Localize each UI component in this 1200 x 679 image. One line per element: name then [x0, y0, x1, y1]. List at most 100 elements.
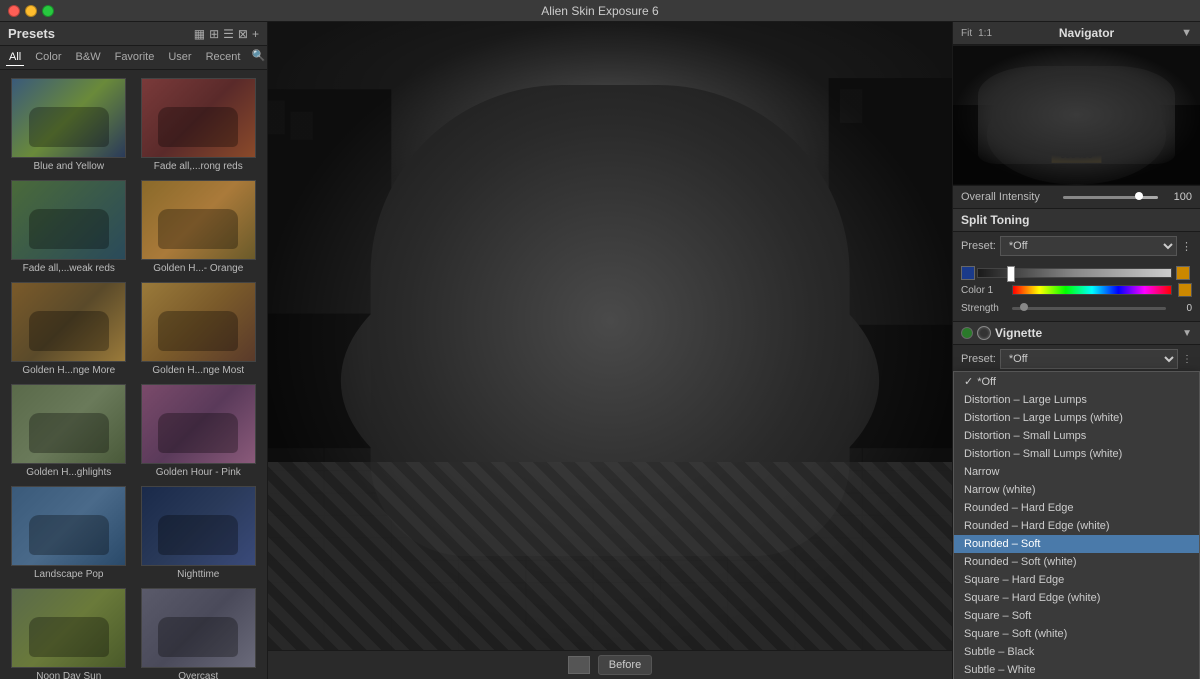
split-preset-select[interactable]: *Off: [1000, 236, 1177, 256]
tab-color[interactable]: Color: [32, 49, 64, 66]
svg-text:SDD438: SDD438: [1060, 151, 1092, 161]
presets-toolbar[interactable]: ▦ ⊞ ☰ ⊠ +: [194, 27, 259, 41]
vignette-title: Vignette: [995, 326, 1178, 340]
list-icon[interactable]: ☰: [223, 27, 234, 41]
preset-car-shape-2: [29, 209, 109, 249]
vignette-preset-select[interactable]: *Off: [1000, 349, 1178, 369]
preset-item-0[interactable]: Blue and Yellow: [4, 74, 134, 176]
color1-spectrum[interactable]: [1012, 285, 1172, 295]
car-svg: SDD438: [268, 22, 952, 650]
dropdown-item-rounded-soft-white[interactable]: Rounded – Soft (white): [954, 553, 1199, 571]
preset-car-shape-9: [158, 515, 238, 555]
navigator-section: Fit 1:1 Navigator ▼ SDD438: [953, 22, 1200, 186]
split-preset-menu-icon[interactable]: ⋮: [1181, 240, 1192, 253]
navigator-header: Fit 1:1 Navigator ▼: [953, 22, 1200, 45]
toning-gradient: [977, 268, 1172, 278]
dropdown-item-narrow[interactable]: Narrow: [954, 463, 1199, 481]
preset-item-11[interactable]: Overcast: [134, 584, 264, 679]
tab-bw[interactable]: B&W: [73, 49, 104, 66]
preset-item-2[interactable]: Fade all,...weak reds: [4, 176, 134, 278]
preset-item-1[interactable]: Fade all,...rong reds: [134, 74, 264, 176]
tab-user[interactable]: User: [165, 49, 194, 66]
preset-item-8[interactable]: Landscape Pop: [4, 482, 134, 584]
dropdown-item-rounded-hard[interactable]: Rounded – Hard Edge: [954, 499, 1199, 517]
color-picker-btn[interactable]: [568, 656, 590, 674]
dropdown-item-rounded-soft[interactable]: Rounded – Soft: [954, 535, 1199, 553]
intensity-thumb: [1135, 192, 1143, 200]
sort-icon[interactable]: ⊠: [238, 27, 248, 41]
minimize-button[interactable]: [25, 5, 37, 17]
preset-item-3[interactable]: Golden H...- Orange: [134, 176, 264, 278]
grid-large-icon[interactable]: ⊞: [209, 27, 219, 41]
dropdown-item-off[interactable]: ✓*Off: [954, 372, 1199, 391]
preset-item-9[interactable]: Nighttime: [134, 482, 264, 584]
navigator-arrow-icon: ▼: [1181, 27, 1192, 39]
toning-blue-swatch[interactable]: [961, 266, 975, 280]
preset-thumb-11: [141, 588, 256, 668]
dropdown-item-narrow-white[interactable]: Narrow (white): [954, 481, 1199, 499]
split-toning-header: Split Toning: [953, 209, 1200, 232]
preset-thumb-7: [141, 384, 256, 464]
preset-car-shape-7: [158, 413, 238, 453]
dropdown-item-square-soft[interactable]: Square – Soft: [954, 607, 1199, 625]
toning-yellow-swatch[interactable]: [1176, 266, 1190, 280]
main-layout: Presets ▦ ⊞ ☰ ⊠ + All Color B&W Favorite…: [0, 22, 1200, 679]
vignette-enable-toggle[interactable]: [961, 327, 973, 339]
vignette-cycle-icon[interactable]: [977, 326, 991, 340]
tab-all[interactable]: All: [6, 49, 24, 66]
preset-label-5: Golden H...nge Most: [152, 365, 244, 376]
preset-item-5[interactable]: Golden H...nge Most: [134, 278, 264, 380]
preset-item-4[interactable]: Golden H...nge More: [4, 278, 134, 380]
intensity-row: Overall Intensity 100: [953, 186, 1200, 209]
color1-swatch[interactable]: [1178, 283, 1192, 297]
maximize-button[interactable]: [42, 5, 54, 17]
preset-item-6[interactable]: Golden H...ghlights: [4, 380, 134, 482]
close-button[interactable]: [8, 5, 20, 17]
fit-button[interactable]: Fit: [961, 28, 972, 39]
strength-thumb: [1020, 303, 1028, 311]
intensity-label: Overall Intensity: [961, 191, 1057, 203]
dropdown-item-distortion-small[interactable]: Distortion – Small Lumps: [954, 427, 1199, 445]
search-icon[interactable]: 🔍: [251, 49, 265, 66]
dropdown-item-square-hard[interactable]: Square – Hard Edge: [954, 571, 1199, 589]
preset-label-6: Golden H...ghlights: [26, 467, 111, 478]
main-image-area: SDD438: [268, 22, 952, 650]
dropdown-item-distortion-large[interactable]: Distortion – Large Lumps: [954, 391, 1199, 409]
preset-car-shape-5: [158, 311, 238, 351]
toning-thumb: [1007, 266, 1015, 282]
main-image: SDD438: [268, 22, 952, 650]
dropdown-item-square-soft-white[interactable]: Square – Soft (white): [954, 625, 1199, 643]
toning-color-bar[interactable]: [961, 263, 1192, 277]
vignette-section: Vignette ▼ Preset: *Off ⋮ ✓*Off Distorti…: [953, 322, 1200, 679]
strength-slider[interactable]: [1012, 307, 1166, 310]
navigator-controls[interactable]: Fit 1:1: [961, 28, 992, 39]
grid-small-icon[interactable]: ▦: [194, 27, 205, 41]
preset-item-7[interactable]: Golden Hour - Pink: [134, 380, 264, 482]
strength-value: 0: [1172, 303, 1192, 314]
preset-car-shape-8: [29, 515, 109, 555]
tab-recent[interactable]: Recent: [203, 49, 244, 66]
presets-grid: Blue and YellowFade all,...rong redsFade…: [0, 70, 267, 679]
tab-favorite[interactable]: Favorite: [112, 49, 158, 66]
before-button[interactable]: Before: [598, 655, 652, 675]
dropdown-item-square-hard-white[interactable]: Square – Hard Edge (white): [954, 589, 1199, 607]
center-panel: SDD438 Before: [268, 22, 952, 679]
preset-thumb-0: [11, 78, 126, 158]
dropdown-item-rounded-hard-white[interactable]: Rounded – Hard Edge (white): [954, 517, 1199, 535]
preset-label-4: Golden H...nge More: [22, 365, 115, 376]
add-icon[interactable]: +: [252, 27, 259, 41]
presets-title: Presets: [8, 26, 55, 41]
vignette-menu-icon[interactable]: ⋮: [1182, 354, 1192, 365]
dropdown-item-subtle-black[interactable]: Subtle – Black: [954, 643, 1199, 661]
ratio-button[interactable]: 1:1: [978, 28, 992, 39]
dropdown-item-subtle-white[interactable]: Subtle – White: [954, 661, 1199, 679]
dropdown-item-distortion-small-white[interactable]: Distortion – Small Lumps (white): [954, 445, 1199, 463]
left-panel: Presets ▦ ⊞ ☰ ⊠ + All Color B&W Favorite…: [0, 22, 268, 679]
preset-item-10[interactable]: Noon Day Sun: [4, 584, 134, 679]
intensity-slider[interactable]: [1063, 196, 1159, 199]
dropdown-item-distortion-large-white[interactable]: Distortion – Large Lumps (white): [954, 409, 1199, 427]
preset-car-shape-10: [29, 617, 109, 657]
preset-thumb-3: [141, 180, 256, 260]
window-controls[interactable]: [8, 5, 54, 17]
color1-label: Color 1: [961, 285, 1006, 296]
